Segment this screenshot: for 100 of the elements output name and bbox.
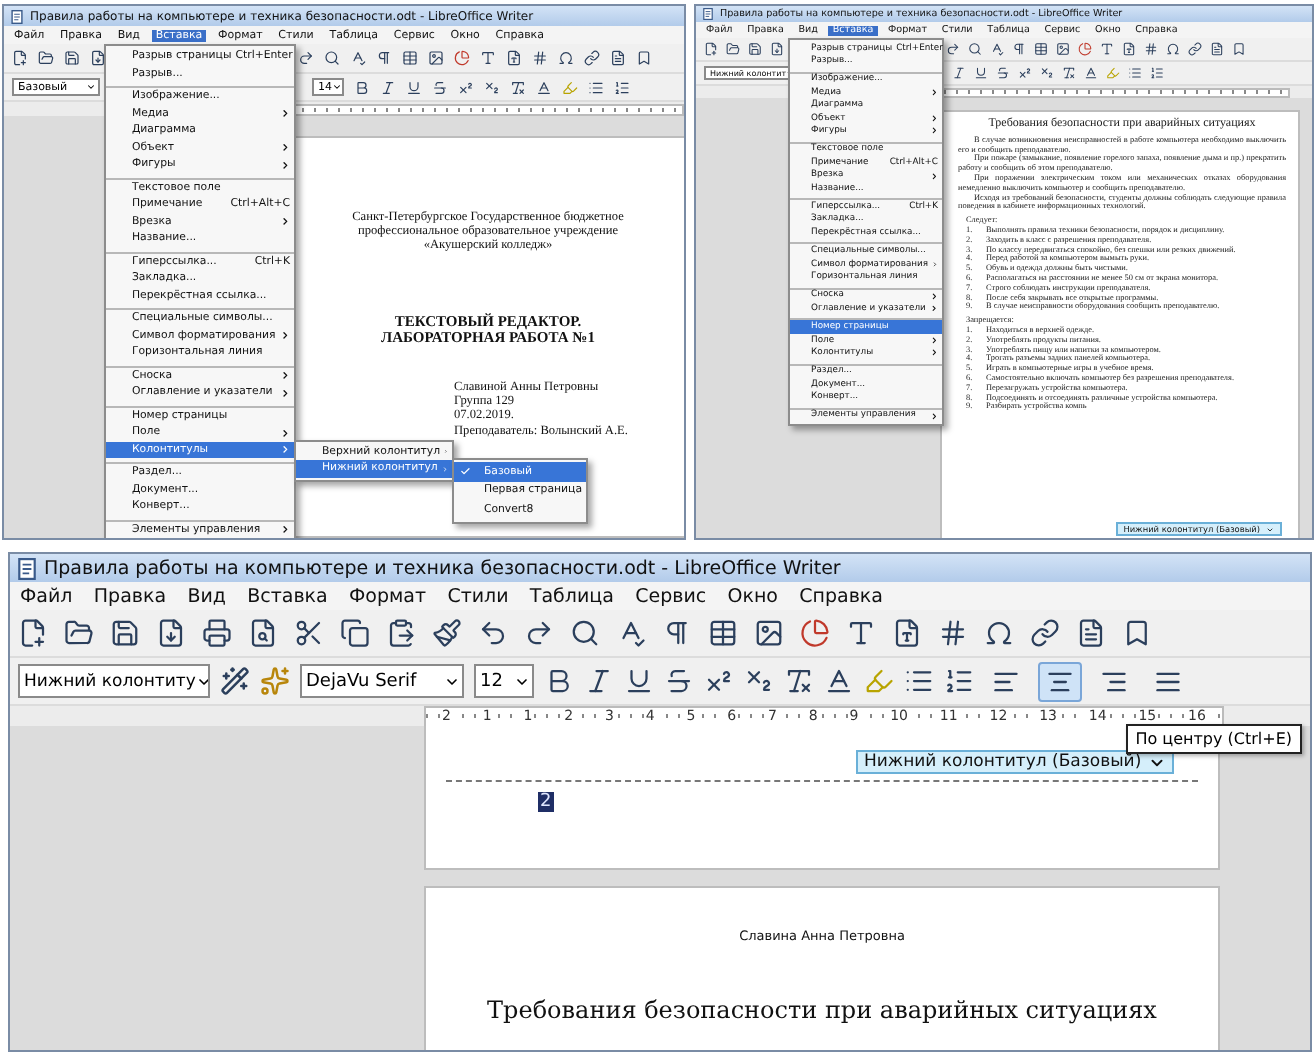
caret-icon — [514, 673, 530, 689]
underline-icon[interactable] — [974, 66, 988, 80]
document-icon[interactable] — [610, 50, 626, 66]
text-box-icon[interactable] — [846, 618, 876, 648]
new-document-icon[interactable] — [12, 50, 28, 66]
open-folder-icon[interactable] — [38, 50, 54, 66]
subscript-icon[interactable] — [744, 666, 774, 696]
bookmark-icon[interactable] — [1122, 618, 1152, 648]
menu-item[interactable]: Сервис — [631, 585, 711, 607]
paragraph-style-box[interactable]: Нижний колонтиту — [18, 664, 210, 698]
new-document-icon[interactable] — [18, 618, 48, 648]
bullet-list-icon[interactable] — [588, 79, 604, 95]
redo-icon[interactable] — [298, 50, 314, 66]
document-heading: Требования безопасности при аварийных ситуациях — [485, 996, 1159, 1024]
print-icon[interactable] — [202, 618, 232, 648]
formatting-marks-icon[interactable] — [1012, 42, 1026, 56]
underline-icon[interactable] — [406, 79, 422, 95]
strikethrough-icon[interactable] — [996, 66, 1010, 80]
superscript-icon[interactable] — [458, 79, 474, 95]
bookmark-icon[interactable] — [1232, 42, 1246, 56]
save-icon[interactable] — [110, 618, 140, 648]
document-icon[interactable] — [1210, 42, 1224, 56]
bold-icon[interactable] — [544, 666, 574, 696]
numbered-list-icon[interactable] — [944, 666, 974, 696]
superscript-icon[interactable] — [704, 666, 734, 696]
hyperlink-icon[interactable] — [1188, 42, 1202, 56]
bookmark-icon[interactable] — [636, 50, 652, 66]
underline-icon[interactable] — [624, 666, 654, 696]
font-color-icon[interactable] — [1084, 66, 1098, 80]
font-color-icon[interactable] — [536, 79, 552, 95]
copy-icon[interactable] — [340, 618, 370, 648]
document-icon[interactable] — [1076, 618, 1106, 648]
text-box-icon[interactable] — [480, 50, 496, 66]
menu-item[interactable]: Вид — [183, 585, 230, 607]
image-icon[interactable] — [428, 50, 444, 66]
image-icon[interactable] — [754, 618, 784, 648]
table-icon[interactable] — [708, 618, 738, 648]
menu-item[interactable]: Файл — [16, 585, 77, 607]
paste-icon[interactable] — [386, 618, 416, 648]
menu-item[interactable]: Формат — [345, 585, 431, 607]
strikethrough-icon[interactable] — [664, 666, 694, 696]
cut-icon[interactable] — [294, 618, 324, 648]
open-folder-icon[interactable] — [64, 618, 94, 648]
menu-item[interactable]: Окно — [723, 585, 782, 607]
subscript-icon[interactable] — [1040, 66, 1054, 80]
chart-icon[interactable] — [800, 618, 830, 648]
clear-formatting-icon[interactable] — [510, 79, 526, 95]
spellcheck-icon[interactable] — [350, 50, 366, 66]
bold-icon[interactable] — [354, 79, 370, 95]
font-name-box[interactable]: DejaVu Serif — [300, 664, 464, 698]
font-size-box[interactable]: 12 — [474, 664, 534, 698]
sparkle-icon[interactable] — [260, 666, 290, 696]
menu-item[interactable]: Стили — [443, 585, 513, 607]
print-preview-icon[interactable] — [248, 618, 278, 648]
bullet-list-icon[interactable] — [904, 666, 934, 696]
special-character-icon[interactable] — [1166, 42, 1180, 56]
table-icon[interactable] — [1034, 42, 1048, 56]
table-icon[interactable] — [402, 50, 418, 66]
text-box-icon[interactable] — [1100, 42, 1114, 56]
formatting-marks-icon[interactable] — [662, 618, 692, 648]
italic-icon[interactable] — [584, 666, 614, 696]
image-icon[interactable] — [1056, 42, 1070, 56]
numbered-list-icon[interactable] — [1150, 66, 1164, 80]
menu-item[interactable]: Таблица — [525, 585, 618, 607]
page-number: 2 — [538, 792, 554, 812]
menu-item[interactable]: Справка — [795, 585, 887, 607]
caret-icon — [86, 82, 96, 92]
formatting-marks-icon[interactable] — [376, 50, 392, 66]
save-icon[interactable] — [64, 50, 80, 66]
font-color-icon[interactable] — [824, 666, 854, 696]
spellcheck-icon[interactable] — [616, 618, 646, 648]
search-icon[interactable] — [570, 618, 600, 648]
special-character-icon[interactable] — [558, 50, 574, 66]
superscript-icon[interactable] — [1018, 66, 1032, 80]
strikethrough-icon[interactable] — [432, 79, 448, 95]
wand-icon[interactable] — [220, 666, 250, 696]
numbered-list-icon[interactable] — [614, 79, 630, 95]
chart-icon[interactable] — [1078, 42, 1092, 56]
new-document-icon[interactable] — [704, 42, 718, 56]
save-icon[interactable] — [748, 42, 762, 56]
hyperlink-icon[interactable] — [1030, 618, 1060, 648]
italic-icon[interactable] — [380, 79, 396, 95]
subscript-icon[interactable] — [484, 79, 500, 95]
clear-formatting-icon[interactable] — [1062, 66, 1076, 80]
clear-formatting-icon[interactable] — [784, 666, 814, 696]
open-folder-icon[interactable] — [726, 42, 740, 56]
undo-icon[interactable] — [478, 618, 508, 648]
hyperlink-icon[interactable] — [584, 50, 600, 66]
search-icon[interactable] — [324, 50, 340, 66]
redo-icon[interactable] — [524, 618, 554, 648]
menu-item[interactable]: Правка — [89, 585, 171, 607]
italic-icon[interactable] — [952, 66, 966, 80]
spellcheck-icon[interactable] — [990, 42, 1004, 56]
redo-icon[interactable] — [946, 42, 960, 56]
chart-icon[interactable] — [454, 50, 470, 66]
menu-item[interactable]: Вставка — [243, 585, 332, 607]
footer-tag[interactable]: Нижний колонтитул (Базовый) — [856, 750, 1174, 774]
search-icon[interactable] — [968, 42, 982, 56]
align-button[interactable] — [1038, 661, 1082, 701]
special-character-icon[interactable] — [984, 618, 1014, 648]
